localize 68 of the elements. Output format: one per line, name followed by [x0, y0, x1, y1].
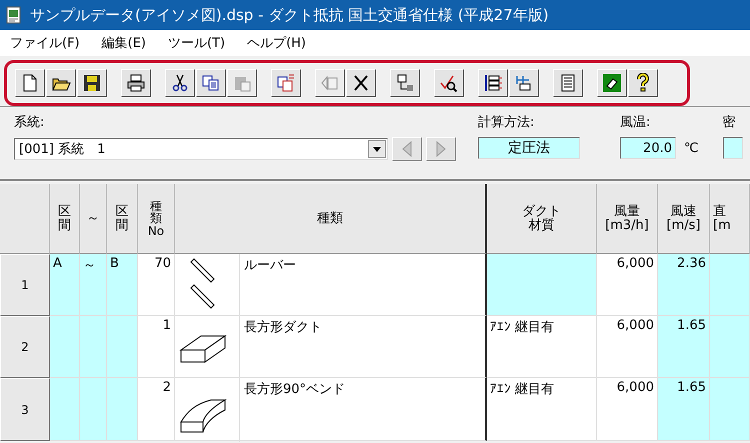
- table-cell: 70: [138, 254, 175, 316]
- column-header: 風速 [m/s]: [658, 184, 710, 254]
- document-icon: [6, 6, 22, 24]
- table-cell: ～: [80, 254, 107, 316]
- boxes-icon: [395, 73, 415, 93]
- menu-item[interactable]: ツール(T): [168, 34, 226, 52]
- table-cell: 6,000: [597, 316, 658, 378]
- table-cell: 6,000: [597, 254, 658, 316]
- tree-button[interactable]: [478, 69, 508, 97]
- row-number: 3: [0, 378, 50, 441]
- input-field[interactable]: [722, 137, 743, 159]
- column-header: 風量 [m3/h]: [597, 184, 658, 254]
- method-field[interactable]: 定圧法: [478, 137, 580, 159]
- table-cell: ｱｴﾝ 継目有: [487, 316, 597, 378]
- row-number: 2: [0, 316, 50, 378]
- table-cell: 2: [138, 378, 175, 441]
- type-name: 長方形90°ベンド: [239, 378, 485, 442]
- scissors-icon: [170, 73, 190, 93]
- table-cell: 2.36: [658, 254, 710, 316]
- move-button[interactable]: [390, 69, 420, 97]
- printer-icon: [126, 73, 146, 93]
- open-button[interactable]: [46, 69, 76, 97]
- documents-icon: [201, 73, 221, 93]
- column-header: 直 [m: [710, 184, 750, 254]
- list-icon: [483, 73, 503, 93]
- table-cell: 1.65: [658, 378, 710, 441]
- magnifier-icon: [439, 73, 459, 93]
- help-button[interactable]: [628, 69, 658, 97]
- save-button[interactable]: [77, 69, 107, 97]
- documents-icon: [276, 73, 296, 93]
- new-button[interactable]: [15, 69, 45, 97]
- table-cell: A: [50, 254, 80, 316]
- table-cell: 1: [138, 316, 175, 378]
- unit-label: ℃: [684, 140, 699, 156]
- system-label: 系統:: [14, 114, 46, 131]
- column-header: 種類: [175, 184, 487, 254]
- field-label: 密: [722, 114, 737, 131]
- table-cell: 1.65: [658, 316, 710, 378]
- delete-button[interactable]: [346, 69, 376, 97]
- eraser-icon: [602, 73, 622, 93]
- export-button[interactable]: [271, 69, 301, 97]
- temperature-field[interactable]: 20.0: [620, 137, 676, 159]
- copy-button[interactable]: [196, 69, 226, 97]
- column-header: ダクト 材質: [487, 184, 597, 254]
- table-cell: 6,000: [597, 378, 658, 441]
- table-cell: B: [107, 254, 138, 316]
- eraser-button[interactable]: [597, 69, 627, 97]
- list-button[interactable]: [553, 69, 583, 97]
- temperature-label: 風温:: [620, 114, 652, 131]
- network-button[interactable]: [509, 69, 539, 97]
- menu-item[interactable]: ヘルプ(H): [247, 34, 306, 52]
- arrow-page-icon: [320, 73, 340, 93]
- menu-item[interactable]: ファイル(F): [10, 34, 80, 52]
- menu-item[interactable]: 編集(E): [102, 34, 146, 52]
- check-button[interactable]: [434, 69, 464, 97]
- column-header: 種 類 No: [138, 184, 175, 254]
- column-header: 区 間: [50, 184, 80, 254]
- row-number: 1: [0, 254, 50, 316]
- window-title: サンプルデータ(アイソメ図).dsp - ダクト抵抗 国土交通省仕様 (平成27年版): [30, 6, 549, 24]
- column-header: ～: [80, 184, 107, 254]
- column-header: 区 間: [107, 184, 138, 254]
- print-button[interactable]: [121, 69, 151, 97]
- table-cell: ｱｴﾝ 継目有: [487, 378, 597, 441]
- cut-button[interactable]: [165, 69, 195, 97]
- method-label: 計算方法:: [478, 114, 536, 131]
- right-arrow-icon: [435, 141, 447, 157]
- system-dropdown[interactable]: [001] 系統 1: [14, 138, 388, 160]
- left-arrow-icon: [401, 141, 413, 157]
